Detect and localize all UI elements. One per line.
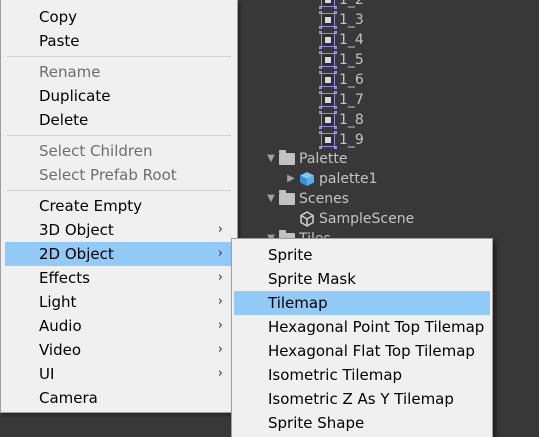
menu-item-label: 3D Object <box>39 221 114 239</box>
menu-item-2d-object[interactable]: 2D Object › <box>5 242 233 266</box>
folder-icon <box>279 150 295 165</box>
tree-item-tile[interactable]: 1_7 <box>319 90 364 110</box>
prefab-cube-icon <box>300 172 314 186</box>
tree-folder-scenes[interactable]: ▼ Scenes <box>265 189 349 209</box>
menu-item-rename: Rename <box>39 63 101 81</box>
menu-item-hexagonal-flat-top-tilemap[interactable]: Hexagonal Flat Top Tilemap <box>234 339 490 363</box>
tree-folder-palette[interactable]: ▼ Palette <box>265 149 348 169</box>
tree-item-label: 1_5 <box>339 52 364 68</box>
menu-item-delete[interactable]: Delete <box>5 108 233 132</box>
menu-item-copy[interactable]: Copy <box>5 5 233 29</box>
tile-asset-icon <box>319 51 335 67</box>
tree-item-tile[interactable]: 1_4 <box>319 30 364 50</box>
menu-item-label: Light <box>39 293 77 311</box>
tile-asset-icon <box>319 131 335 147</box>
tile-asset-icon <box>321 0 335 7</box>
chevron-right-icon: › <box>217 342 223 357</box>
menu-item-3d-object[interactable]: 3D Object › <box>5 218 233 242</box>
menu-item-sprite[interactable]: Sprite <box>234 243 490 267</box>
menu-item-camera[interactable]: Camera <box>5 386 233 410</box>
tree-item-tile[interactable]: 1_9 <box>319 130 364 150</box>
menu-item-video[interactable]: Video › <box>5 338 233 362</box>
menu-separator <box>7 190 231 191</box>
menu-separator <box>7 135 231 136</box>
menu-separator <box>7 56 231 57</box>
folder-icon <box>279 190 295 205</box>
menu-item-ui[interactable]: UI › <box>5 362 233 386</box>
menu-item-select-prefab-root: Select Prefab Root <box>39 166 177 184</box>
tree-item-tile[interactable]: 1_8 <box>319 110 364 130</box>
chevron-right-icon: › <box>217 366 223 381</box>
unity-scene-icon <box>300 211 314 227</box>
menu-item-create-empty[interactable]: Create Empty <box>5 194 233 218</box>
menu-item-paste[interactable]: Paste <box>5 29 233 53</box>
tree-item-label: 1_6 <box>339 72 364 88</box>
tree-item-label: Scenes <box>299 191 349 207</box>
chevron-right-icon: › <box>217 222 223 237</box>
tree-item-tile[interactable]: 1_5 <box>319 50 364 70</box>
menu-item-light[interactable]: Light › <box>5 290 233 314</box>
expand-arrow-icon[interactable]: ▼ <box>265 149 277 169</box>
tile-asset-icon <box>319 71 335 87</box>
collapse-arrow-icon[interactable]: ▶ <box>285 169 297 189</box>
tree-item-palette-prefab[interactable]: ▶ palette1 <box>285 169 377 189</box>
tree-item-label: 1_9 <box>339 132 364 148</box>
tree-item-label: 1_7 <box>339 92 364 108</box>
menu-item-audio[interactable]: Audio › <box>5 314 233 338</box>
chevron-right-icon: › <box>217 294 223 309</box>
tree-item-label: Palette <box>299 151 348 167</box>
chevron-right-icon: › <box>217 318 223 333</box>
tree-item-tile[interactable]: 1_6 <box>319 70 364 90</box>
chevron-right-icon: › <box>217 270 223 285</box>
submenu-2d-object: Sprite Sprite Mask Tilemap Hexagonal Poi… <box>231 238 493 437</box>
tree-item-label: 1_2 <box>339 0 364 8</box>
menu-item-tilemap[interactable]: Tilemap <box>234 291 490 315</box>
tree-item-scene[interactable]: SampleScene <box>299 209 414 229</box>
tile-asset-icon <box>319 11 335 27</box>
screen: 1_2 1_3 1_4 1_5 1_6 1_7 1_8 1_9 ▼ Palett… <box>0 0 539 437</box>
menu-item-sprite-shape[interactable]: Sprite Shape <box>234 411 490 435</box>
chevron-right-icon: › <box>217 246 223 261</box>
menu-item-label: Effects <box>39 269 90 287</box>
menu-item-isometric-tilemap[interactable]: Isometric Tilemap <box>234 363 490 387</box>
tree-item-label: 1_8 <box>339 112 364 128</box>
tree-item-label: palette1 <box>319 171 378 187</box>
menu-item-sprite-mask[interactable]: Sprite Mask <box>234 267 490 291</box>
menu-item-label: Audio <box>39 317 82 335</box>
menu-item-effects[interactable]: Effects › <box>5 266 233 290</box>
tree-item-label: 1_4 <box>339 32 364 48</box>
menu-item-label: UI <box>39 365 55 383</box>
tile-asset-icon <box>319 111 335 127</box>
tree-item-label: SampleScene <box>319 211 415 227</box>
tree-item-label: 1_3 <box>339 12 364 28</box>
tile-asset-icon <box>319 91 335 107</box>
context-menu: Copy Paste Rename Duplicate Delete Selec… <box>0 0 238 413</box>
tree-item-tile[interactable]: 1_2 <box>321 0 364 10</box>
tree-item-tile[interactable]: 1_3 <box>319 10 364 30</box>
menu-item-isometric-z-as-y-tilemap[interactable]: Isometric Z As Y Tilemap <box>234 387 490 411</box>
menu-item-hexagonal-point-top-tilemap[interactable]: Hexagonal Point Top Tilemap <box>234 315 490 339</box>
expand-arrow-icon[interactable]: ▼ <box>265 189 277 209</box>
menu-item-label: Video <box>39 341 82 359</box>
tile-asset-icon <box>319 31 335 47</box>
menu-item-select-children: Select Children <box>39 142 153 160</box>
menu-item-label: 2D Object <box>39 245 114 263</box>
menu-item-duplicate[interactable]: Duplicate <box>5 84 233 108</box>
